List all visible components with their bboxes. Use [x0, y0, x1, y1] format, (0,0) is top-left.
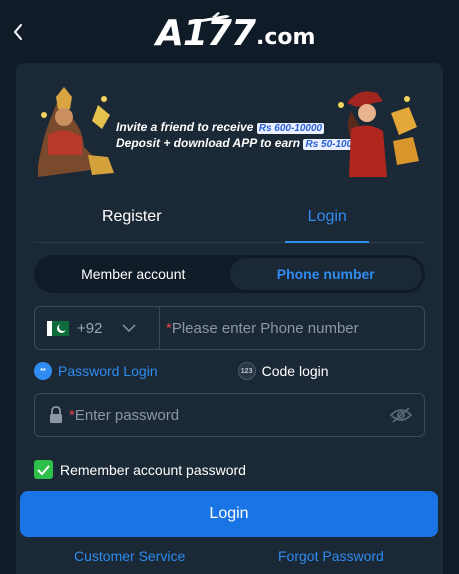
- password-login-label: Password Login: [58, 363, 158, 379]
- remember-checkbox[interactable]: [34, 460, 53, 479]
- banner-line-1: Invite a friend to receive Rs 600-10000: [116, 120, 346, 136]
- account-type-switch: Member account Phone number: [34, 255, 425, 293]
- lock-icon: [50, 406, 62, 423]
- password-login-option[interactable]: ** Password Login: [34, 362, 158, 380]
- code-login-label: Code login: [261, 363, 329, 379]
- banner-invite-amount: Rs 600-10000: [256, 123, 325, 134]
- checkmark-icon: [37, 464, 50, 475]
- login-mode-switch: ** Password Login 123 Code login: [34, 360, 425, 382]
- chevron-left-icon: [13, 24, 22, 40]
- warrior-illustration: [38, 87, 114, 177]
- logo: A177 .com: [156, 10, 315, 54]
- header: A177 .com: [0, 0, 459, 64]
- airplane-icon: [198, 12, 230, 22]
- logo-suffix-text: .com: [256, 25, 316, 50]
- password-input[interactable]: [74, 394, 390, 436]
- forgot-password-link[interactable]: Forgot Password: [278, 548, 384, 564]
- banner-text: Invite a friend to receive Rs 600-10000 …: [116, 120, 360, 152]
- auth-tabs: Register Login: [34, 203, 425, 243]
- password-field: *: [34, 393, 425, 437]
- phone-number-option[interactable]: Phone number: [229, 258, 422, 290]
- remember-label: Remember account password: [60, 461, 246, 478]
- banner-line-2: Deposit + download APP to earn Rs 50-100…: [116, 136, 360, 152]
- back-button[interactable]: [8, 18, 28, 46]
- tab-login[interactable]: Login: [230, 203, 426, 243]
- banner-deposit-text: Deposit + download APP to earn: [116, 136, 301, 150]
- customer-service-link[interactable]: Customer Service: [74, 548, 185, 564]
- footer-links: Customer Service Forgot Password: [0, 548, 459, 568]
- eye-off-icon[interactable]: [390, 407, 412, 423]
- country-code: +92: [77, 319, 103, 337]
- remember-password[interactable]: Remember account password: [34, 460, 246, 479]
- pakistan-flag-icon: [47, 320, 69, 336]
- pilot-illustration: [338, 91, 419, 177]
- member-account-option[interactable]: Member account: [37, 258, 230, 290]
- phone-field: +92 *: [34, 306, 425, 350]
- login-button[interactable]: Login: [20, 491, 438, 537]
- numeric-code-icon: 123: [237, 362, 256, 380]
- tab-register[interactable]: Register: [34, 203, 230, 242]
- promo-banner[interactable]: Invite a friend to receive Rs 600-10000 …: [38, 85, 421, 177]
- chevron-down-icon: [122, 324, 136, 332]
- code-login-option[interactable]: 123 Code login: [237, 362, 329, 380]
- country-code-select[interactable]: +92: [35, 307, 160, 349]
- banner-invite-text: Invite a friend to receive: [116, 120, 254, 134]
- phone-input[interactable]: [171, 307, 424, 349]
- password-dots-icon: **: [34, 362, 52, 380]
